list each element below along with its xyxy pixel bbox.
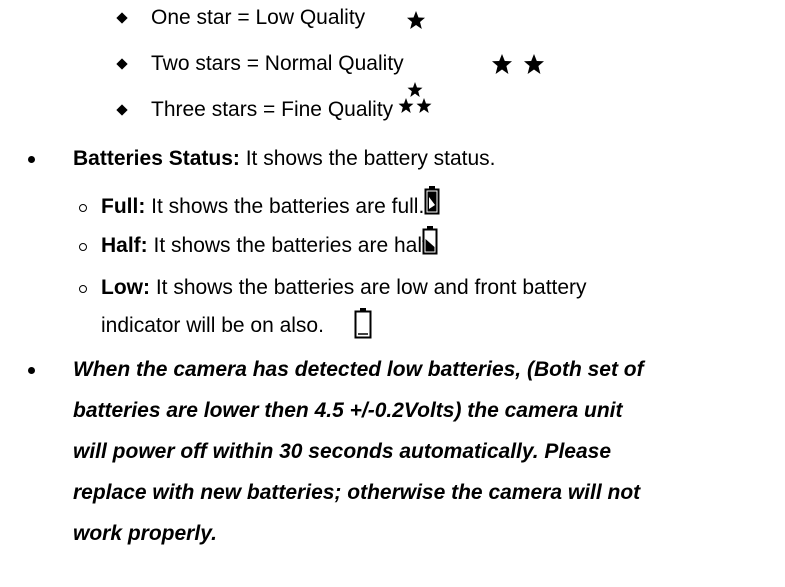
circle-bullet-icon bbox=[79, 243, 87, 251]
quality-item-label: One star = Low Quality bbox=[151, 6, 366, 29]
battery-full-line: Full: It shows the batteries are full. bbox=[101, 195, 424, 219]
battery-low-label: Low: bbox=[101, 276, 150, 299]
round-bullet-icon bbox=[28, 367, 35, 374]
diamond-bullet-icon bbox=[116, 12, 128, 24]
battery-half-line: Half: It shows the batteries are half. bbox=[101, 234, 434, 258]
one-star-icon bbox=[407, 11, 425, 29]
battery-half-icon bbox=[422, 226, 438, 255]
battery-low-text-continued: indicator will be on also. bbox=[101, 314, 324, 337]
battery-status-description: It shows the battery status. bbox=[239, 147, 496, 170]
battery-status-line: Batteries Status: It shows the battery s… bbox=[73, 147, 496, 171]
quality-item-label: Two stars = Normal Quality bbox=[151, 52, 404, 75]
diamond-bullet-icon bbox=[116, 58, 128, 70]
warning-line: When the camera has detected low batteri… bbox=[73, 358, 644, 381]
battery-status-heading: Batteries Status: bbox=[73, 147, 240, 170]
quality-item-label: Three stars = Fine Quality bbox=[151, 98, 394, 121]
battery-full-icon bbox=[424, 186, 440, 215]
battery-full-label: Full: bbox=[101, 195, 146, 218]
warning-line: will power off within 30 seconds automat… bbox=[73, 440, 611, 463]
battery-half-label: Half: bbox=[101, 234, 148, 257]
circle-bullet-icon bbox=[79, 285, 87, 293]
circle-bullet-icon bbox=[79, 204, 87, 212]
battery-low-line: Low: It shows the batteries are low and … bbox=[101, 276, 587, 300]
warning-line: batteries are lower then 4.5 +/-0.2Volts… bbox=[73, 399, 623, 422]
two-stars-icon bbox=[492, 54, 544, 74]
diamond-bullet-icon bbox=[116, 104, 128, 116]
round-bullet-icon bbox=[28, 156, 35, 163]
warning-line: replace with new batteries; otherwise th… bbox=[73, 481, 641, 504]
battery-half-text: It shows the batteries are half. bbox=[147, 234, 434, 257]
battery-empty-icon bbox=[354, 308, 372, 339]
warning-line: work properly. bbox=[73, 522, 217, 545]
battery-low-text: It shows the batteries are low and front… bbox=[149, 276, 587, 299]
battery-full-text: It shows the batteries are full. bbox=[145, 195, 425, 218]
three-stars-icon bbox=[398, 82, 432, 113]
